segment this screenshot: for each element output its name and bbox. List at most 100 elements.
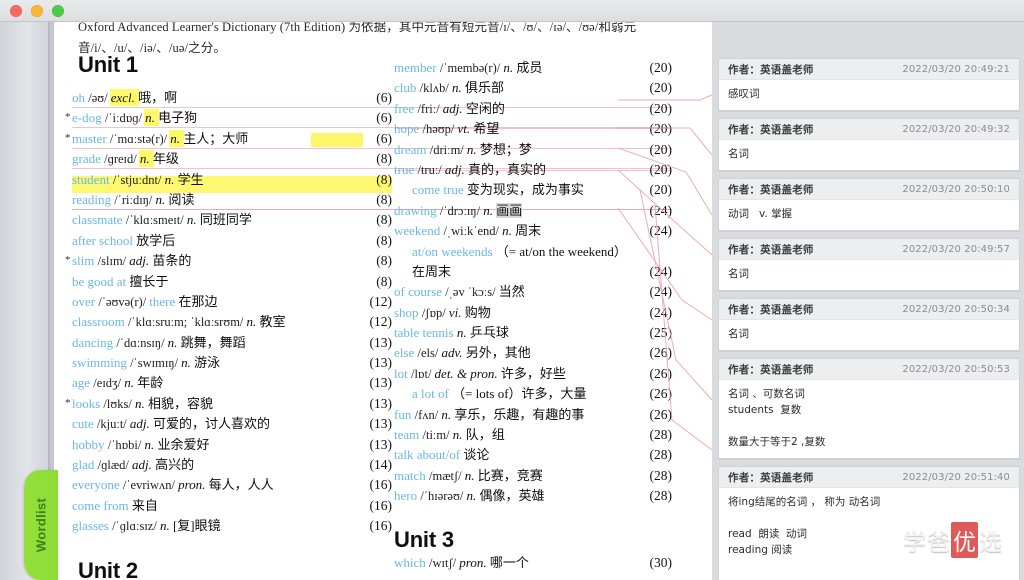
chinese-gloss: 跳舞，舞蹈 xyxy=(180,334,246,350)
comment-card[interactable]: 作者：英语盖老师 2022/03/20 20:49:32 名词 xyxy=(718,118,1020,171)
wordlist-entry[interactable]: swimming /ˈswɪmɪŋ/ n. 游泳 (13) xyxy=(72,353,392,373)
wordlist-entry[interactable]: classmate /ˈklɑːsmeɪt/ n. 同班同学 (8) xyxy=(72,210,392,230)
wordlist-entry[interactable]: glad /ɡlæd/ adj. 高兴的 (14) xyxy=(72,455,392,475)
phonetic-transcription: /ˈiːdɒɡ/ xyxy=(104,111,146,126)
page-reference: (24) xyxy=(649,284,673,300)
chinese-gloss: （= lots of）许多，大量 xyxy=(452,386,587,402)
chinese-gloss: 同班同学 xyxy=(199,212,252,228)
comment-card-header: 作者：英语盖老师 2022/03/20 20:50:10 xyxy=(719,179,1019,200)
wordlist-entry[interactable]: grade /ɡreɪd/ n. 年级 (8) xyxy=(72,149,392,169)
wordlist-entry[interactable]: * master /ˈmɑːstə(r)/ n. 主人；大师 (6) xyxy=(65,129,392,149)
comment-card[interactable]: 作者：英语盖老师 2022/03/20 20:50:34 名词 xyxy=(718,298,1020,351)
page-reference: (20) xyxy=(649,182,673,198)
wordlist-entry[interactable]: team /tiːm/ n. 队，组 (28) xyxy=(394,425,672,445)
headword: at/on weekends xyxy=(412,243,496,259)
wordlist-entry[interactable]: cute /kjuːt/ adj. 可爱的，讨人喜欢的 (13) xyxy=(72,414,392,434)
wordlist-entry[interactable]: true /truː/ adj. 真的，真实的 (20) xyxy=(394,160,672,180)
page-reference: (8) xyxy=(376,232,392,248)
comment-card[interactable]: 作者：英语盖老师 2022/03/20 20:49:57 名词 xyxy=(718,238,1020,291)
wordlist-entry-text: team /tiːm/ n. 队，组 xyxy=(394,425,505,445)
wordlist-entry[interactable]: hero /ˈhɪərəʊ/ n. 偶像，英雄 (28) xyxy=(394,486,672,506)
headword: e-dog xyxy=(72,110,105,126)
chinese-gloss: 变为现实，成为事实 xyxy=(466,182,584,198)
wordlist-entry[interactable]: come true 变为现实，成为事实 (20) xyxy=(394,180,672,200)
phonetic-transcription: /slɪm/ xyxy=(97,254,130,269)
wordlist-entry[interactable]: club /klʌb/ n. 俱乐部 (20) xyxy=(394,78,672,98)
page-reference: (26) xyxy=(649,386,673,402)
wordlist-entry-text: match /mætʃ/ n. 比赛，竞赛 xyxy=(394,466,543,486)
wordlist-entry[interactable]: oh /əʊ/ excl. 哦，啊 (6) xyxy=(72,88,392,108)
wordlist-entry[interactable]: weekend /ˌwiːkˈend/ n. 周末 (24) xyxy=(394,221,672,241)
chinese-gloss: 在周末 xyxy=(412,263,452,279)
wordlist-entry[interactable]: drawing /ˈdrɔːɪŋ/ n. 画画 (24) xyxy=(394,201,672,221)
wordlist-entry[interactable]: a lot of （= lots of）许多，大量 (26) xyxy=(394,384,672,404)
part-of-speech: adj. xyxy=(132,457,156,473)
document-page[interactable]: 带在本教科书中首次出现时的页码。带*号的单词只要求掌握、听得懂、不要求拼写。单词… xyxy=(54,0,712,580)
headword: table tennis xyxy=(394,325,457,341)
wordlist-entry[interactable]: match /mætʃ/ n. 比赛，竞赛 (28) xyxy=(394,466,672,486)
page-reference: (8) xyxy=(376,253,392,269)
page-reference: (6) xyxy=(376,130,392,146)
comment-body: 动词 v. 掌握 xyxy=(728,208,793,220)
wordlist-entry[interactable]: else /els/ adv. 另外，其他 (26) xyxy=(394,343,672,363)
phonetic-transcription: /əʊ/ xyxy=(88,91,111,105)
wordlist-entry[interactable]: hobby /ˈhɒbi/ n. 业余爱好 (13) xyxy=(72,435,392,455)
wordlist-entry[interactable]: 在周末 (24) xyxy=(394,262,672,282)
wordlist-entry[interactable]: member /ˈmembə(r)/ n. 成员 (20) xyxy=(394,58,672,78)
comment-card[interactable]: 作者：英语盖老师 2022/03/20 20:49:21 感叹词 xyxy=(718,58,1020,111)
minimize-button[interactable] xyxy=(31,5,43,17)
wordlist-entry[interactable]: of course /ˌəv ˈkɔːs/ 当然 (24) xyxy=(394,282,672,302)
wordlist-entry[interactable]: table tennis n. 乒乓球 (25) xyxy=(394,323,672,343)
wordlist-entry[interactable]: talk about/of 谈论 (28) xyxy=(394,445,672,465)
wordlist-entry[interactable]: after school 放学后 (8) xyxy=(72,231,392,251)
chinese-gloss: 主人；大师 xyxy=(183,130,249,146)
wordlist-entry-text: glad /ɡlæd/ adj. 高兴的 xyxy=(72,455,194,475)
phonetic-transcription: /ˌwiːkˈend/ xyxy=(443,224,503,239)
wordlist-entry[interactable]: at/on weekends （= at/on the weekend） xyxy=(394,242,672,262)
chinese-gloss: （= at/on the weekend） xyxy=(495,243,627,259)
page-reference: (12) xyxy=(369,293,393,309)
wordlist-entry[interactable]: dream /driːm/ n. 梦想；梦 (20) xyxy=(394,140,672,160)
zoom-button[interactable] xyxy=(52,5,64,17)
wordlist-entry[interactable]: free /friː/ adj. 空闲的 (20) xyxy=(394,99,672,119)
phonetic-transcription: /wɪtʃ/ xyxy=(429,555,460,570)
wordlist-entry[interactable]: lot /lɒt/ det. & pron. 许多，好些 (26) xyxy=(394,364,672,384)
page-reference: (16) xyxy=(369,477,393,493)
headword: come from xyxy=(72,497,132,513)
wordlist-column-right: member /ˈmembə(r)/ n. 成员 (20) club /klʌb/ … xyxy=(394,58,672,573)
wordlist-entry[interactable]: classroom /ˈklɑːsruːm; ˈklɑːsrʊm/ n. 教室 (… xyxy=(72,312,392,332)
wordlist-entry[interactable]: * looks /lʊks/ n. 相貌，容貌 (13) xyxy=(65,394,392,414)
wordlist-entry[interactable]: be good at 擅长于 (8) xyxy=(72,272,392,292)
wordlist-entry[interactable]: everyone /ˈevriwʌn/ pron. 每人，人人 (16) xyxy=(72,475,392,495)
phonetic-transcription: /həʊp/ xyxy=(422,122,458,137)
comments-sidebar[interactable]: 作者：英语盖老师 2022/03/20 20:49:21 感叹词 作者：英语盖老师 20… xyxy=(712,0,1024,580)
wordlist-entry[interactable]: student /ˈstjuːdnt/ n. 学生 (8) xyxy=(72,170,392,190)
chinese-gloss: 电子狗 xyxy=(158,110,198,126)
wordlist-entry[interactable]: over /ˈəʊvə(r)/ there 在那边 (12) xyxy=(72,292,392,312)
phonetic-transcription: /klʌb/ xyxy=(419,81,452,96)
wordlist-entry[interactable]: which /wɪtʃ/ pron. 哪一个 (30) xyxy=(394,553,672,573)
wordlist-entry[interactable]: glasses /ˈɡlɑːsɪz/ n. [复]眼镜 (16) xyxy=(72,516,392,536)
wordlist-entry[interactable]: age /eɪdʒ/ n. 年龄 (13) xyxy=(72,373,392,393)
wordlist-entry[interactable]: hope /həʊp/ vt. 希望 (20) xyxy=(394,119,672,139)
wordlist-entry[interactable]: shop /ʃɒp/ vi. 购物 (24) xyxy=(394,303,672,323)
wordlist-entry-text: be good at 擅长于 xyxy=(72,272,168,292)
watermark: 学爸优选 xyxy=(903,522,1002,558)
wordlist-entry-text: student /ˈstjuːdnt/ n. 学生 xyxy=(72,170,204,190)
close-button[interactable] xyxy=(10,5,22,17)
wordlist-entry[interactable]: dancing /ˈdɑːnsɪŋ/ n. 跳舞，舞蹈 (13) xyxy=(72,333,392,353)
headword: glad xyxy=(72,457,98,473)
wordlist-entry[interactable]: come from 来自 (16) xyxy=(72,496,392,516)
wordlist-entry[interactable]: fun /fʌn/ n. 享乐，乐趣，有趣的事 (26) xyxy=(394,405,672,425)
headword: everyone xyxy=(72,477,123,493)
comment-card[interactable]: 作者：英语盖老师 2022/03/20 20:50:10 动词 v. 掌握 xyxy=(718,178,1020,231)
wordlist-entry[interactable]: * slim /slɪm/ adj. 苗条的 (8) xyxy=(65,251,392,271)
phonetic-transcription: /ˈriːdɪŋ/ xyxy=(114,192,156,207)
wordlist-entry[interactable]: reading /ˈriːdɪŋ/ n. 阅读 (8) xyxy=(72,190,392,210)
comment-card[interactable]: 作者：英语盖老师 2022/03/20 20:50:53 名词 、可数名词 stud… xyxy=(718,358,1020,459)
comment-card-header: 作者：英语盖老师 2022/03/20 20:49:21 xyxy=(719,59,1019,80)
wordlist-entry-text: else /els/ adv. 另外，其他 xyxy=(394,343,531,363)
wordlist-tab[interactable]: Wordlist xyxy=(24,470,58,580)
wordlist-entry[interactable]: * e-dog /ˈiːdɒɡ/ n. 电子狗 (6) xyxy=(65,108,392,128)
chinese-gloss: 偶像，英雄 xyxy=(479,488,545,504)
